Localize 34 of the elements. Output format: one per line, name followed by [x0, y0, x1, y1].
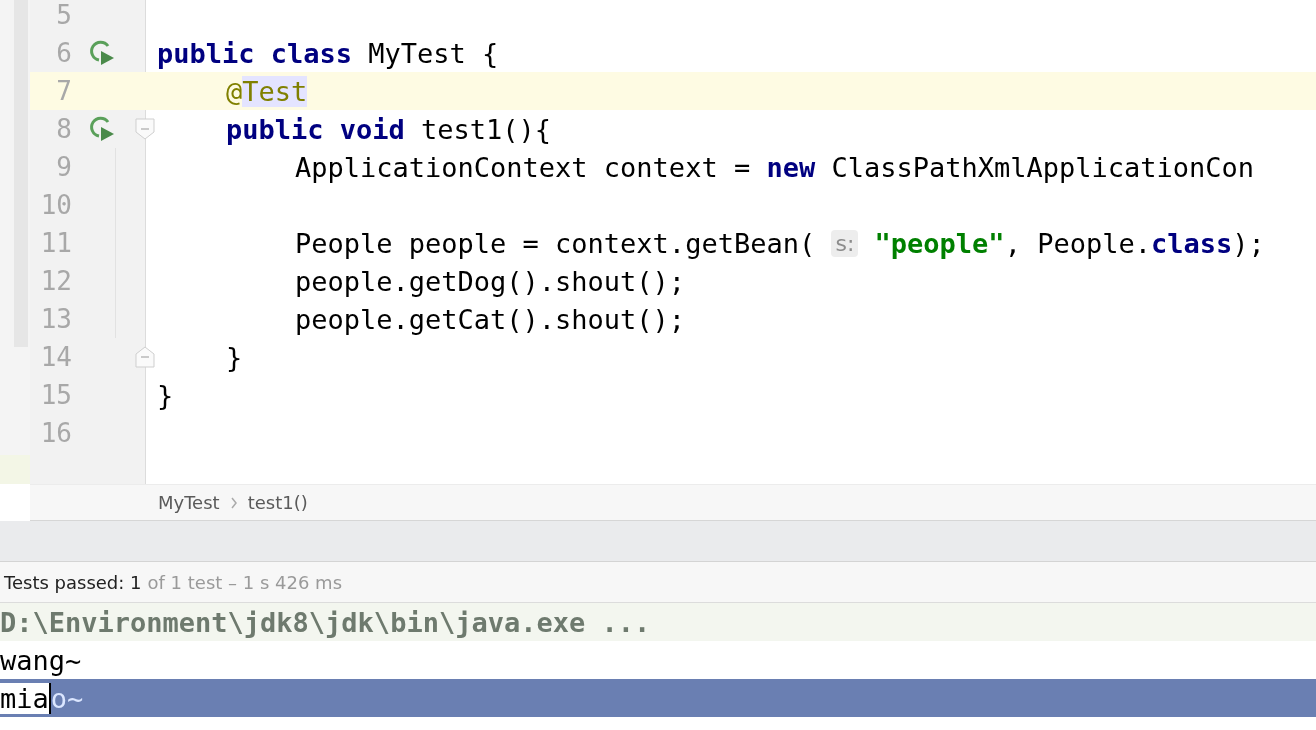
line-number: 9 [55, 152, 72, 182]
fold-marker-icon[interactable] [135, 118, 155, 140]
code-line: people.getCat().shout(); [295, 303, 686, 335]
code-line: } [226, 341, 243, 373]
console-line: wang~ [0, 644, 82, 676]
line-number: 10 [39, 190, 72, 220]
line-number: 13 [39, 304, 72, 334]
code-line: People people = context.getBean( s: "people", People.class); [295, 227, 1265, 259]
line-number: 12 [39, 266, 72, 296]
line-number: 14 [39, 342, 72, 372]
tests-passed-text: Tests passed: 1 [4, 571, 142, 593]
breadcrumb-item[interactable]: MyTest [158, 492, 220, 513]
breadcrumb-item[interactable]: test1() [247, 492, 308, 513]
line-number: 5 [55, 0, 72, 30]
line-number: 7 [55, 76, 72, 106]
console-line: miao~ [0, 682, 84, 714]
selected-text: o~ [50, 682, 84, 714]
gutter-highlight [0, 455, 30, 484]
fold-marker-icon[interactable] [135, 346, 155, 368]
parameter-hint: s: [831, 229, 859, 257]
line-number: 8 [55, 114, 72, 144]
code-line: public void test1(){ [226, 113, 552, 145]
code-line: people.getDog().shout(); [295, 265, 686, 297]
code-line: public class MyTest { [157, 37, 499, 69]
line-number: 15 [39, 380, 72, 410]
line-number: 11 [39, 228, 72, 258]
test-duration-text: of 1 test – 1 s 426 ms [147, 571, 343, 593]
line-number: 16 [39, 418, 72, 448]
chevron-right-icon [229, 496, 238, 509]
line-number: 6 [55, 38, 72, 68]
code-line: @Test [226, 75, 308, 107]
code-line: } [157, 379, 174, 411]
console-line: D:\Environment\jdk8\jdk\bin\java.exe ... [0, 606, 651, 638]
code-line: ApplicationContext context = new ClassPathXmlApplicationCon [295, 151, 1255, 183]
